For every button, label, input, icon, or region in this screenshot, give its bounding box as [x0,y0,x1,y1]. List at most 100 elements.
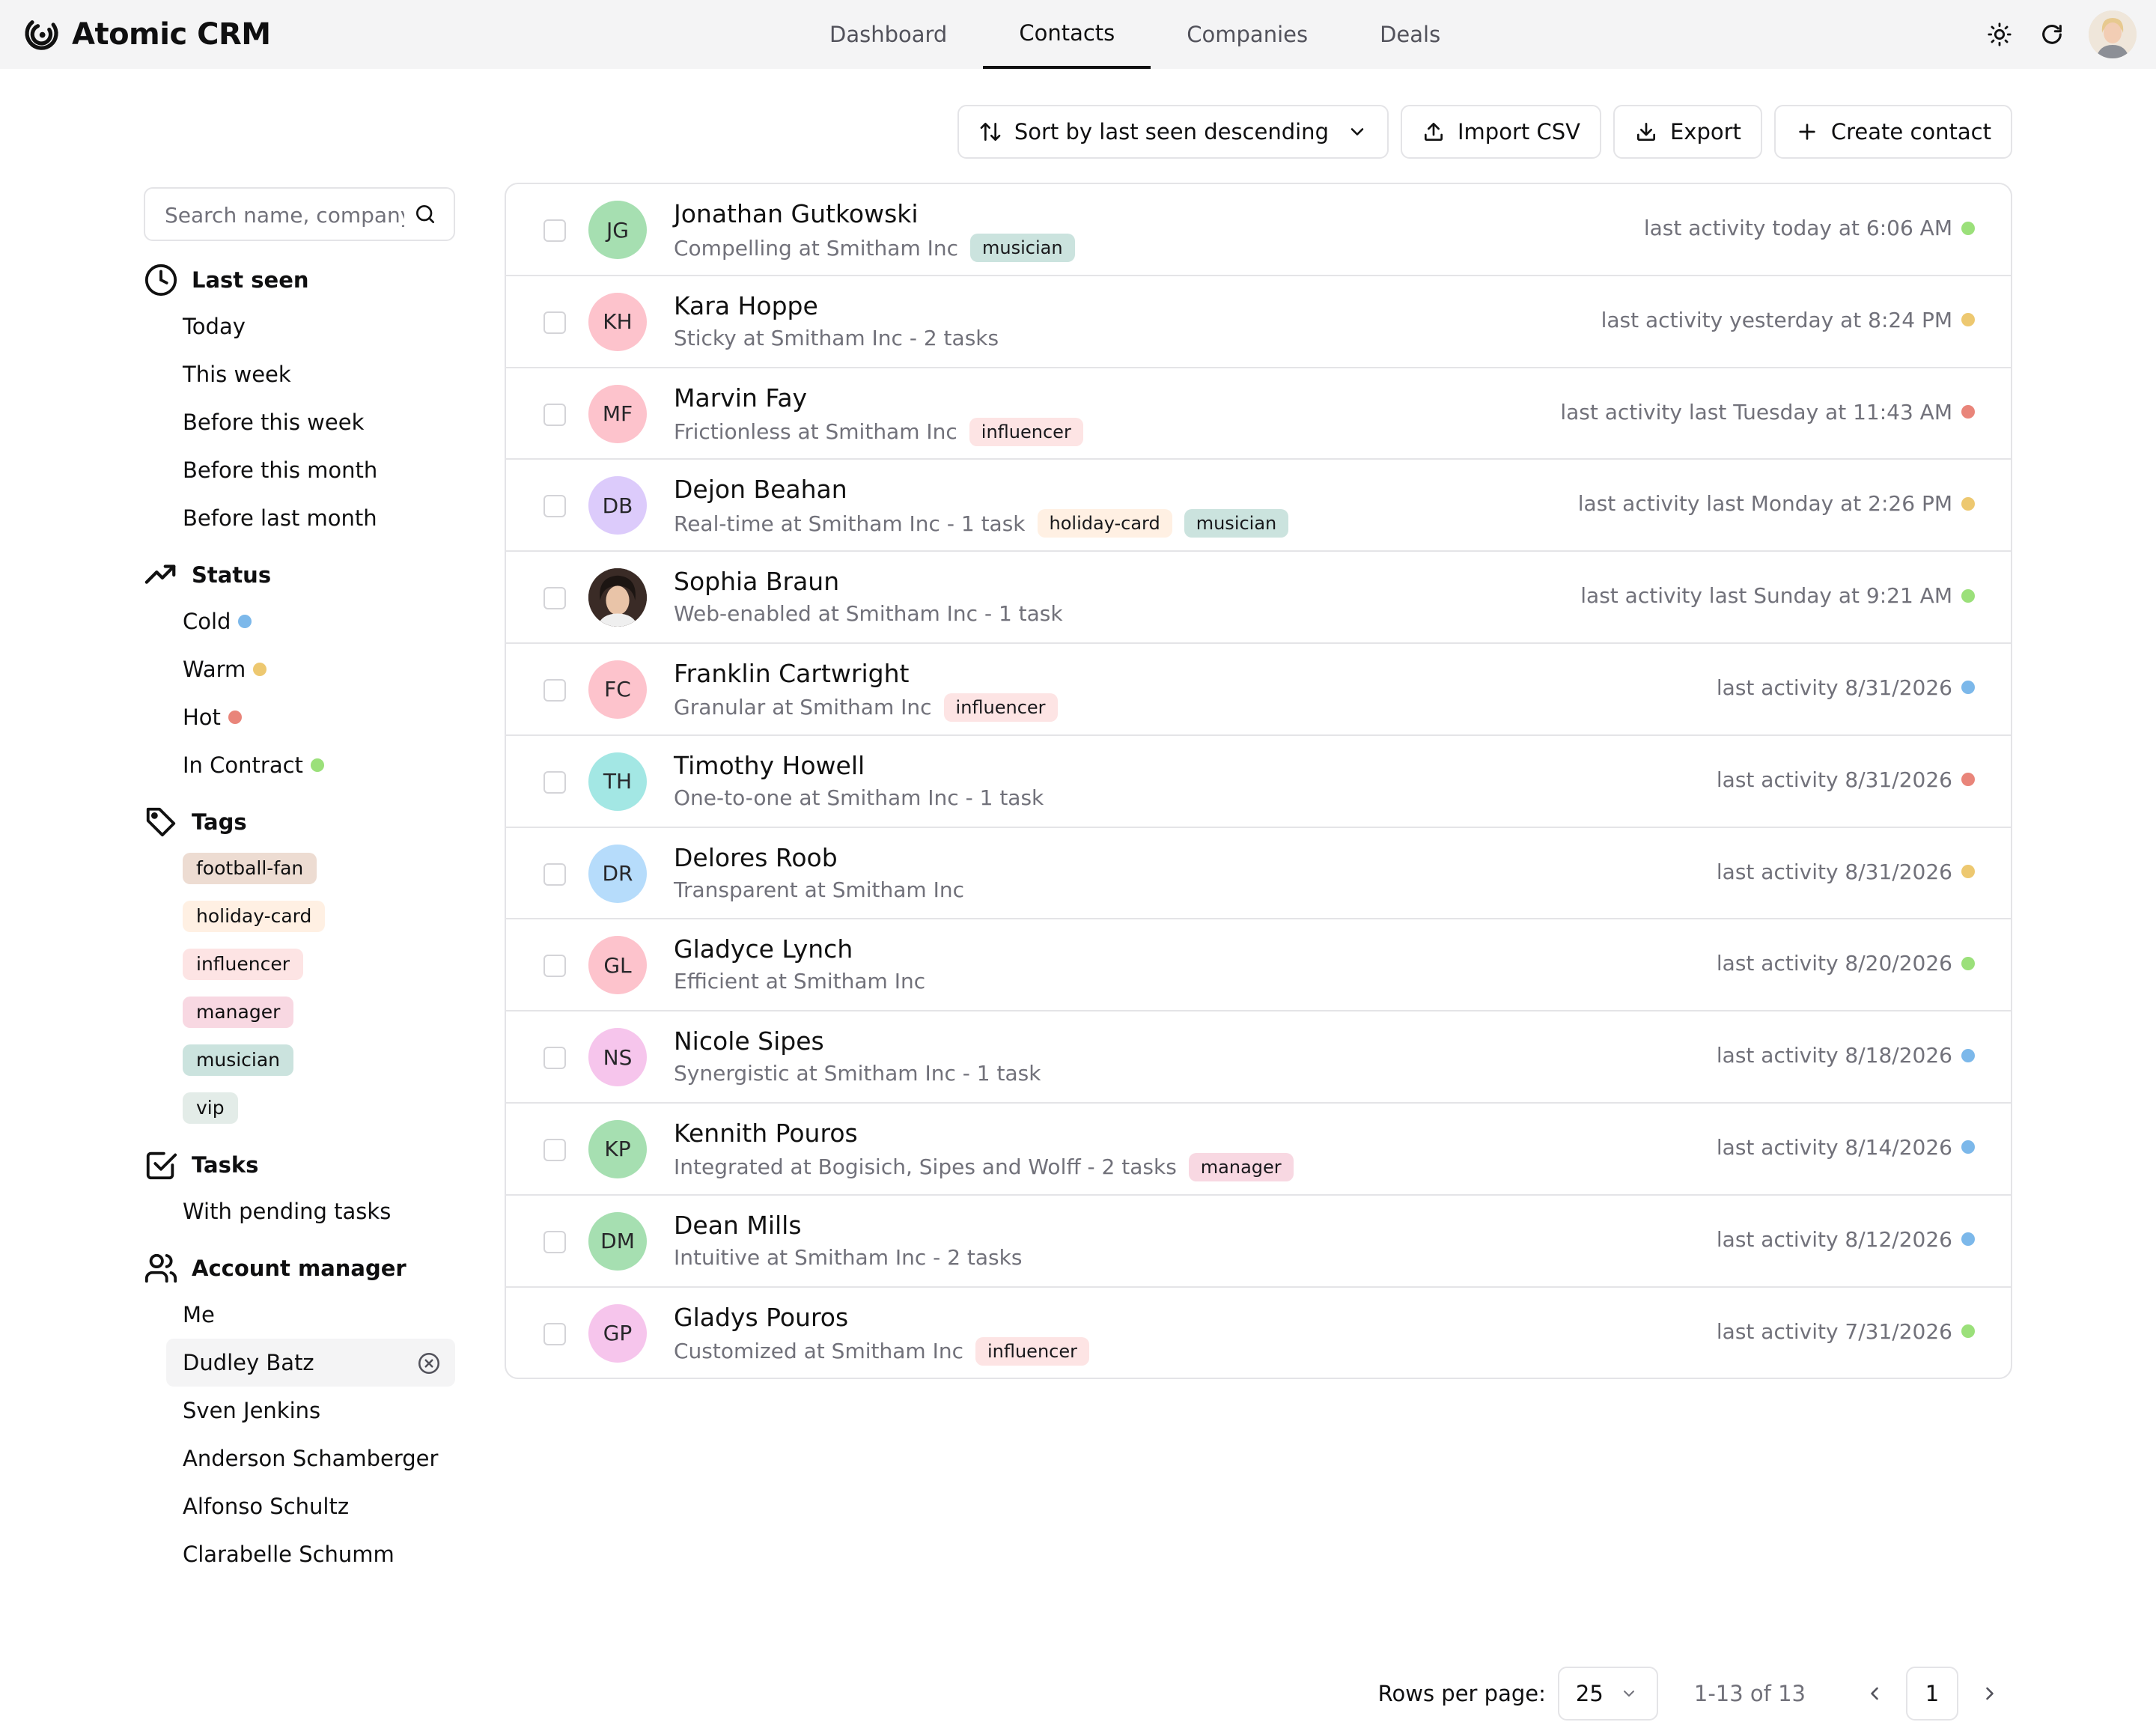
tab-companies[interactable]: Companies [1151,0,1344,69]
row-checkbox[interactable] [543,1138,566,1161]
page-number-button[interactable]: 1 [1906,1667,1958,1721]
filter-today[interactable]: Today [144,302,455,350]
app-logo[interactable]: Atomic CRM [22,15,271,54]
status-dot [1961,405,1975,419]
row-checkbox[interactable] [543,403,566,426]
rows-per-page-label: Rows per page: [1377,1681,1546,1706]
app-name: Atomic CRM [72,17,271,52]
filter-this-week[interactable]: This week [144,350,455,398]
tag-chip: holiday-card [1037,509,1172,538]
contact-row[interactable]: DM Dean Mills Intuitive at Smitham Inc - 2… [506,1196,2011,1288]
filter-before-last-month[interactable]: Before last month [144,494,455,542]
row-checkbox[interactable] [543,311,566,334]
filter-before-this-week[interactable]: Before this week [144,398,455,446]
contact-subtitle-line: Compelling at Smitham Inc musician [674,234,1075,262]
contact-row[interactable]: GL Gladyce Lynch Efficient at Smitham Inc l… [506,919,2011,1012]
filter-tag-manager[interactable]: manager [144,988,455,1036]
row-checkbox[interactable] [543,495,566,518]
contact-name[interactable]: Franklin Cartwright [674,659,909,688]
row-checkbox[interactable] [543,219,566,242]
contact-subtitle-line: Synergistic at Smitham Inc - 1 task [674,1061,1041,1086]
filter-tag-holiday-card[interactable]: holiday-card [144,892,455,940]
contact-row[interactable]: JG Jonathan Gutkowski Compelling at Smitha… [506,184,2011,276]
tab-dashboard[interactable]: Dashboard [794,0,983,69]
contact-row[interactable]: FC Franklin Cartwright Granular at Smitham… [506,644,2011,736]
refresh-button[interactable] [2026,9,2078,60]
row-checkbox[interactable] [543,1230,566,1253]
tag-chip: musician [183,1044,294,1076]
status-dot [1961,681,1975,695]
atomic-logo-icon [25,20,58,50]
sort-button[interactable]: Sort by last seen descending [957,105,1389,159]
row-checkbox[interactable] [543,862,566,886]
filter-status-cold[interactable]: Cold [144,597,455,645]
status-label: Hot [183,705,221,730]
row-checkbox[interactable] [543,1322,566,1345]
previous-page-button[interactable] [1849,1667,1900,1721]
row-checkbox[interactable] [543,1047,566,1070]
filter-manager-alfonso-schultz[interactable]: Alfonso Schultz [144,1482,455,1530]
filter-manager-me[interactable]: Me [144,1291,455,1339]
contact-row[interactable]: TH Timothy Howell One-to-one at Smitham In… [506,736,2011,828]
last-seen-header: Last seen [144,264,455,296]
user-avatar[interactable] [2089,10,2137,58]
status-dot [1961,1324,1975,1339]
contact-name[interactable]: Sophia Braun [674,567,839,596]
contact-name[interactable]: Jonathan Gutkowski [674,199,919,228]
filter-pending-tasks[interactable]: With pending tasks [144,1187,455,1235]
filter-manager-sven-jenkins[interactable]: Sven Jenkins [144,1387,455,1435]
tab-contacts[interactable]: Contacts [983,0,1151,69]
last-activity: last activity 8/31/2026 [1717,675,1975,700]
contact-row[interactable]: DB Dejon Beahan Real-time at Smitham Inc -… [506,460,2011,553]
trending-up-icon [144,565,176,584]
contact-name[interactable]: Dejon Beahan [674,475,847,504]
contact-row[interactable]: DR Delores Roob Transparent at Smitham Inc… [506,828,2011,920]
contact-name[interactable]: Delores Roob [674,843,838,872]
filter-manager-anderson-schamberger[interactable]: Anderson Schamberger [144,1435,455,1482]
contact-subtitle: Web-enabled at Smitham Inc - 1 task [674,601,1063,627]
contact-name[interactable]: Timothy Howell [674,751,865,780]
contact-row[interactable]: KH Kara Hoppe Sticky at Smitham Inc - 2 ta… [506,276,2011,368]
contact-name[interactable]: Kennith Pouros [674,1119,858,1148]
theme-toggle-button[interactable] [1973,9,2026,60]
contact-name[interactable]: Nicole Sipes [674,1026,824,1056]
row-checkbox[interactable] [543,587,566,610]
filter-status-in-contract[interactable]: In Contract [144,741,455,789]
next-page-button[interactable] [1964,1667,2015,1721]
contact-row[interactable]: MF Marvin Fay Frictionless at Smitham Inc i… [506,368,2011,460]
clear-circle-icon[interactable] [416,1351,442,1376]
tab-deals[interactable]: Deals [1344,0,1476,69]
sort-label: Sort by last seen descending [1014,119,1329,144]
contact-row[interactable]: KP Kennith Pouros Integrated at Bogisich, … [506,1104,2011,1196]
create-contact-button[interactable]: Create contact [1773,105,2012,159]
contact-row[interactable]: GP Gladys Pouros Customized at Smitham Inc… [506,1288,2011,1378]
filter-status-hot[interactable]: Hot [144,693,455,741]
filter-status-warm[interactable]: Warm [144,645,455,693]
contact-name[interactable]: Marvin Fay [674,383,807,413]
filter-tag-influencer[interactable]: influencer [144,940,455,988]
contact-name[interactable]: Gladys Pouros [674,1303,848,1332]
import-csv-button[interactable]: Import CSV [1400,105,1601,159]
search-input[interactable] [163,189,406,241]
contact-row[interactable]: Sophia Braun Web-enabled at Smitham Inc -… [506,552,2011,644]
filter-before-this-month[interactable]: Before this month [144,446,455,494]
row-checkbox[interactable] [543,770,566,794]
export-button[interactable]: Export [1613,105,1762,159]
row-checkbox[interactable] [543,955,566,978]
contact-name[interactable]: Kara Hoppe [674,291,818,320]
contact-name[interactable]: Gladyce Lynch [674,934,853,964]
manager-label: Dudley Batz [183,1350,314,1375]
row-checkbox[interactable] [543,678,566,702]
contact-subtitle-line: One-to-one at Smitham Inc - 1 task [674,785,1044,810]
main-nav: Dashboard Contacts Companies Deals [794,0,1476,69]
rows-per-page-select[interactable]: 25 [1557,1667,1658,1721]
contact-row[interactable]: NS Nicole Sipes Synergistic at Smitham Inc… [506,1011,2011,1104]
contact-name[interactable]: Dean Mills [674,1211,802,1240]
last-activity: last activity 8/18/2026 [1717,1043,1975,1068]
filter-tag-football-fan[interactable]: football-fan [144,845,455,892]
contact-subtitle-line: Real-time at Smitham Inc - 1 task holiday… [674,509,1289,538]
filter-manager-dudley-batz[interactable]: Dudley Batz [166,1339,455,1387]
filter-tag-musician[interactable]: musician [144,1036,455,1084]
filter-tag-vip[interactable]: vip [144,1084,455,1132]
filter-manager-clarabelle-schumm[interactable]: Clarabelle Schumm [144,1530,455,1578]
